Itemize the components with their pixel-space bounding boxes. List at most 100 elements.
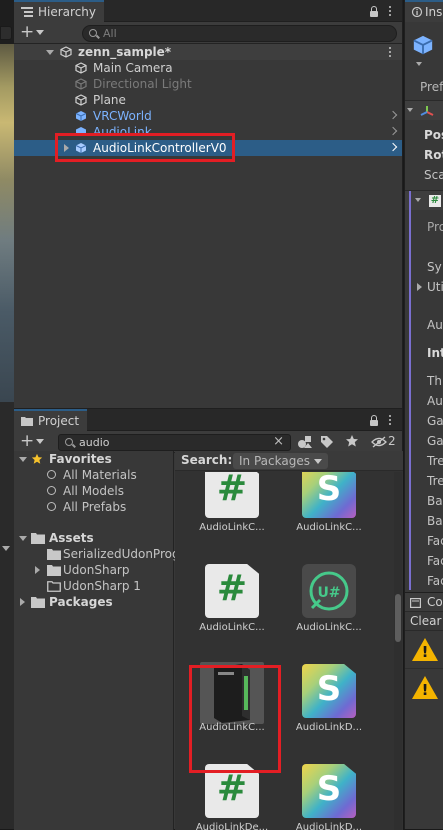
favorite-item-all-models[interactable]: All Models bbox=[14, 483, 173, 499]
hierarchy-search-input[interactable] bbox=[103, 26, 303, 41]
expand-arrow-icon[interactable] bbox=[35, 566, 40, 574]
shader-icon: S bbox=[302, 472, 356, 518]
project-search[interactable]: × bbox=[58, 434, 291, 451]
console-tab-bar: Co bbox=[405, 592, 443, 612]
project-asset-grid: Search: In Packages # AudioLinkC... S Au… bbox=[175, 451, 403, 830]
favorites-label: Favorites bbox=[49, 452, 112, 466]
scene-options-icon[interactable] bbox=[389, 47, 392, 59]
expand-arrow-icon[interactable] bbox=[20, 598, 25, 606]
project-tab-bar: Project bbox=[14, 409, 402, 431]
scene-row[interactable]: zenn_sample* bbox=[14, 44, 402, 60]
tab-project[interactable]: Project bbox=[14, 409, 88, 431]
shader-icon: S bbox=[302, 764, 356, 818]
threshold-label: Th bbox=[427, 374, 442, 388]
hierarchy-item-plane[interactable]: Plane bbox=[14, 92, 402, 108]
hidden-packages-eye-icon[interactable] bbox=[371, 436, 387, 448]
favorite-item-label: All Models bbox=[63, 484, 124, 498]
lock-icon[interactable] bbox=[370, 415, 378, 429]
favorite-item-all-prefabs[interactable]: All Prefabs bbox=[14, 499, 173, 515]
fade-label: Fac bbox=[427, 534, 443, 548]
asset-folder-udonsharp-1[interactable]: UdonSharp 1 bbox=[14, 578, 173, 594]
hierarchy-item-label: Main Camera bbox=[93, 61, 173, 75]
packages-row[interactable]: Packages bbox=[14, 594, 173, 610]
create-dropdown-icon[interactable] bbox=[36, 439, 44, 444]
search-icon bbox=[89, 29, 97, 37]
transform-header[interactable] bbox=[405, 100, 443, 120]
filter-by-type-icon[interactable] bbox=[297, 435, 313, 449]
create-dropdown-icon[interactable] bbox=[36, 30, 44, 35]
scene-view-preview[interactable] bbox=[0, 44, 14, 402]
asset-item[interactable]: S AudioLinkD... bbox=[284, 658, 374, 750]
asset-item[interactable]: # AudioLinkC... bbox=[187, 472, 277, 550]
expand-arrow-icon[interactable] bbox=[19, 457, 27, 462]
hidden-packages-count: 2 bbox=[388, 434, 396, 448]
expand-arrow-icon[interactable] bbox=[19, 536, 27, 541]
create-button[interactable]: + bbox=[20, 432, 34, 450]
asset-item[interactable]: # AudioLinkC... bbox=[187, 558, 277, 650]
dropdown-arrow-icon[interactable] bbox=[2, 546, 10, 551]
asset-item[interactable]: S AudioLinkD... bbox=[284, 758, 374, 830]
scene-bottom-strip bbox=[0, 402, 14, 829]
gain-label: Ga bbox=[427, 414, 443, 428]
asset-grid-scrollbar[interactable] bbox=[394, 472, 402, 830]
hierarchy-item-vrcworld[interactable]: VRCWorld bbox=[14, 108, 402, 124]
project-search-input[interactable] bbox=[79, 435, 279, 450]
dropdown-arrow-icon[interactable] bbox=[416, 62, 422, 66]
search-scope-label: Search: bbox=[181, 453, 233, 467]
treble-label: Tre bbox=[427, 454, 443, 468]
tab-hierarchy[interactable]: Hierarchy bbox=[14, 0, 105, 22]
fade-label-3: Fac bbox=[427, 574, 443, 588]
tab-hierarchy-label: Hierarchy bbox=[38, 5, 97, 19]
search-icon bbox=[47, 502, 56, 511]
internal-label: Int bbox=[427, 346, 443, 360]
treble-label-2: Tre bbox=[427, 474, 443, 488]
more-options-icon[interactable] bbox=[389, 6, 392, 18]
hierarchy-item-main-camera[interactable]: Main Camera bbox=[14, 60, 402, 76]
gameobject-cube-icon bbox=[75, 78, 87, 90]
udon-behaviour-header[interactable]: # bbox=[405, 190, 443, 211]
expand-arrow-icon[interactable] bbox=[46, 50, 54, 55]
expand-arrow-icon[interactable] bbox=[417, 283, 422, 291]
assets-row[interactable]: Assets bbox=[14, 530, 173, 546]
favorites-row[interactable]: Favorites bbox=[14, 451, 173, 467]
asset-name: AudioLinkC... bbox=[199, 622, 265, 633]
hierarchy-search[interactable] bbox=[82, 25, 397, 42]
favorite-item-all-materials[interactable]: All Materials bbox=[14, 467, 173, 483]
asset-name: AudioLinkC... bbox=[296, 622, 362, 633]
favorite-star-icon[interactable] bbox=[345, 434, 359, 448]
tab-console-label[interactable]: Co bbox=[427, 595, 443, 609]
asset-folder-udonsharp[interactable]: UdonSharp bbox=[14, 562, 173, 578]
clear-search-icon[interactable]: × bbox=[273, 434, 284, 449]
folder-icon bbox=[47, 565, 61, 576]
asset-item[interactable]: U# AudioLinkC... bbox=[284, 558, 374, 650]
asset-folder-serializedudonprog[interactable]: SerializedUdonProg bbox=[14, 546, 180, 562]
more-options-icon[interactable] bbox=[389, 415, 392, 427]
create-button[interactable]: + bbox=[20, 23, 34, 41]
highlight-annotation bbox=[55, 133, 235, 162]
gameobject-cube-icon bbox=[75, 62, 87, 74]
chevron-right-icon[interactable] bbox=[388, 110, 398, 120]
asset-item[interactable]: S AudioLinkC... bbox=[284, 472, 374, 550]
folder-icon bbox=[47, 549, 61, 560]
lock-icon[interactable] bbox=[370, 6, 378, 20]
clear-button[interactable]: Clear bbox=[410, 614, 441, 628]
csharp-script-icon: # bbox=[205, 564, 259, 618]
folder-icon bbox=[31, 533, 45, 544]
search-scope-dropdown[interactable]: In Packages bbox=[233, 453, 328, 469]
filter-by-label-icon[interactable] bbox=[320, 435, 334, 449]
bass-label: Ba bbox=[427, 494, 443, 508]
hierarchy-item-directional-light[interactable]: Directional Light bbox=[14, 76, 402, 92]
chevron-right-icon[interactable] bbox=[388, 142, 398, 152]
expand-arrow-icon[interactable] bbox=[407, 108, 413, 112]
scale-label: Sca bbox=[424, 168, 443, 182]
scrollbar-thumb[interactable] bbox=[395, 594, 401, 642]
transform-icon bbox=[420, 106, 434, 116]
project-panel: Project + × 2 Fav bbox=[14, 408, 403, 830]
chevron-right-icon[interactable] bbox=[388, 126, 398, 136]
expand-arrow-icon[interactable] bbox=[415, 198, 421, 202]
hierarchy-item-label: Directional Light bbox=[93, 77, 192, 91]
audio-field-label: Au bbox=[427, 394, 443, 408]
tab-inspector[interactable]: Ins bbox=[405, 0, 443, 22]
scene-toolbar-button[interactable] bbox=[0, 26, 12, 40]
asset-name: AudioLinkD... bbox=[295, 722, 363, 733]
